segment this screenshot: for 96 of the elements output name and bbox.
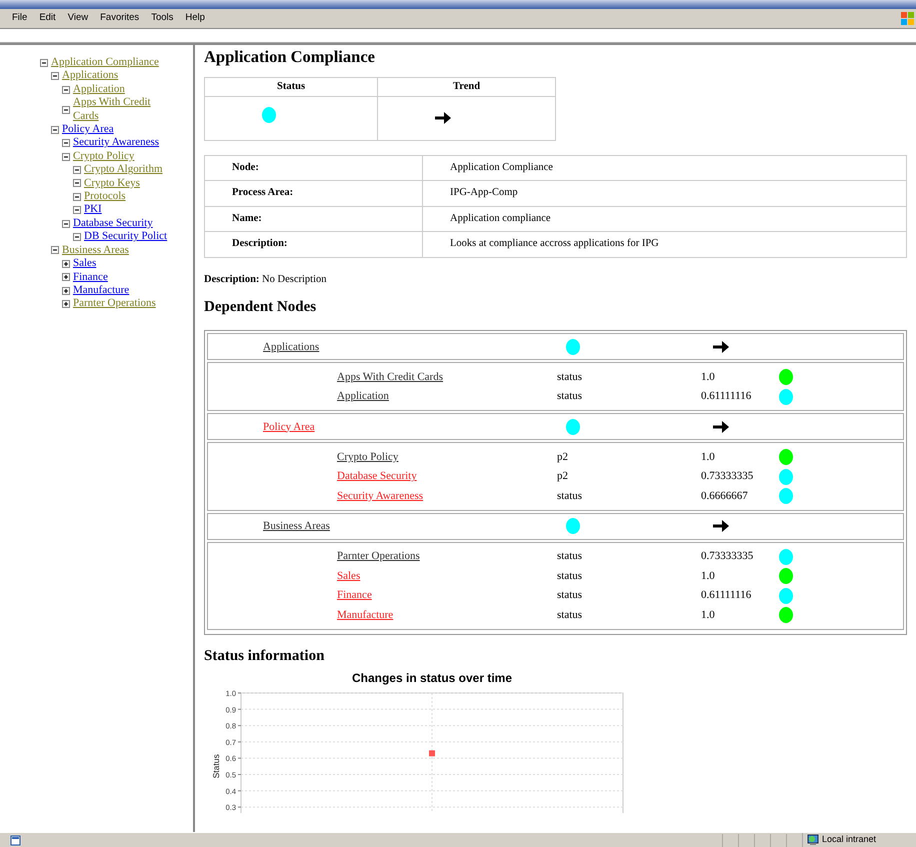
detail-label: Node: [204, 155, 422, 181]
detail-value: Looks at compliance accross applications for IPG [422, 232, 906, 258]
metric-text: status [557, 389, 582, 404]
tree-link[interactable]: Policy Area [62, 123, 114, 136]
tree-link[interactable]: Applications [62, 69, 118, 83]
value-text: 0.61111116 [701, 389, 752, 404]
page-title: Application Compliance [204, 47, 376, 67]
windows-logo-icon [901, 12, 914, 25]
tree-link[interactable]: Manufacture [73, 284, 130, 298]
collapse-icon[interactable] [62, 220, 70, 228]
tree-link[interactable]: Finance [73, 270, 108, 284]
collapse-icon[interactable] [73, 206, 81, 214]
right-arrow-icon [435, 112, 452, 124]
chart-title: Changes in status over time [352, 670, 512, 685]
collapse-icon[interactable] [40, 58, 48, 67]
menu-item[interactable]: Help [179, 11, 211, 26]
value-text: 0.61111116 [701, 588, 752, 604]
tree-link[interactable]: Database Security [73, 216, 153, 230]
value-text: 0.6666667 [701, 488, 748, 504]
tree-link[interactable]: Crypto Policy [73, 150, 134, 164]
menu-item[interactable]: Favorites [94, 11, 146, 26]
tree-link[interactable]: Application Compliance [51, 56, 159, 70]
expand-icon[interactable] [62, 286, 70, 295]
tree-link[interactable]: Business Areas [62, 244, 129, 258]
expand-icon[interactable] [62, 300, 70, 308]
value-text: 1.0 [701, 568, 715, 584]
value-text: 0.73333335 [701, 549, 754, 564]
right-arrow-icon [713, 340, 729, 353]
section-heading: Status information [204, 646, 326, 665]
collapse-icon[interactable] [73, 179, 81, 188]
detail-value: IPG-App-Comp [422, 180, 906, 206]
detail-value: Application Compliance [422, 155, 906, 181]
collapse-icon[interactable] [51, 246, 59, 254]
node-link[interactable]: Finance [337, 587, 372, 604]
column-header: Status [204, 77, 378, 96]
detail-label: Name: [204, 206, 422, 232]
collapse-icon[interactable] [51, 126, 59, 134]
collapse-icon[interactable] [73, 166, 81, 174]
axis-label: Status [211, 754, 221, 778]
right-arrow-icon [713, 420, 729, 433]
node-link[interactable]: Sales [337, 568, 360, 584]
collapse-icon[interactable] [51, 72, 59, 80]
collapse-icon[interactable] [73, 232, 81, 241]
detail-label: Process Area: [204, 180, 422, 206]
tree-link[interactable]: Protocols [84, 190, 126, 204]
description-label: Description: [204, 274, 260, 285]
metric-text: status [557, 370, 582, 385]
value-text: 1.0 [701, 608, 715, 623]
detail-label: Description: [204, 232, 422, 258]
tree-link[interactable]: Crypto Algorithm [84, 163, 163, 177]
metric-text: status [557, 588, 582, 604]
menu-item[interactable]: File [6, 11, 34, 26]
tree-link[interactable]: Sales [73, 257, 96, 270]
tree-link[interactable]: Application [73, 82, 125, 96]
expand-icon[interactable] [62, 260, 70, 268]
section-heading: Dependent Nodes [204, 298, 318, 316]
tree-link[interactable]: Apps With Credit Cards [73, 96, 171, 124]
node-link[interactable]: Manufacture [337, 606, 394, 624]
tree-link[interactable]: Parnter Operations [73, 297, 156, 311]
metric-text: status [557, 568, 582, 584]
collapse-icon[interactable] [73, 192, 81, 201]
metric-text: p2 [557, 450, 568, 465]
node-link[interactable]: Application [337, 388, 389, 405]
node-link[interactable]: Security Awareness [337, 488, 424, 504]
node-link[interactable]: Crypto Policy [337, 448, 398, 466]
tree-link[interactable]: Security Awareness [73, 136, 160, 150]
value-text: 1.0 [701, 450, 715, 465]
column-header: Trend [378, 77, 556, 96]
right-arrow-icon [713, 520, 729, 532]
expand-icon[interactable] [62, 273, 70, 282]
metric-text: status [557, 488, 582, 504]
menu-item[interactable]: Tools [145, 11, 180, 26]
value-text: 1.0 [701, 370, 715, 385]
collapse-icon[interactable] [62, 86, 70, 94]
tree-link[interactable]: Crypto Keys [84, 176, 140, 190]
metric-text: status [557, 608, 582, 623]
collapse-icon[interactable] [62, 139, 70, 148]
node-link[interactable]: Database Security [337, 468, 417, 485]
value-text: 0.73333335 [701, 469, 754, 484]
zone-text: Local intranet [822, 833, 876, 846]
metric-text: status [557, 549, 582, 564]
menu-item[interactable]: View [62, 11, 94, 26]
node-link[interactable]: Applications [263, 338, 320, 356]
node-link[interactable]: Policy Area [263, 418, 315, 436]
metric-text: p2 [557, 469, 568, 484]
node-link[interactable]: Business Areas [263, 518, 330, 535]
globe-icon [806, 834, 819, 846]
description-text: No Description [262, 274, 326, 285]
node-link[interactable]: Parnter Operations [337, 548, 420, 565]
collapse-icon[interactable] [62, 106, 70, 114]
node-link[interactable]: Apps With Credit Cards [337, 368, 443, 386]
detail-value: Application compliance [422, 206, 906, 232]
tree-link[interactable]: PKI [84, 203, 102, 217]
tree-link[interactable]: DB Security Polict [84, 230, 168, 244]
collapse-icon[interactable] [62, 152, 70, 161]
menu-item[interactable]: Edit [33, 11, 62, 26]
